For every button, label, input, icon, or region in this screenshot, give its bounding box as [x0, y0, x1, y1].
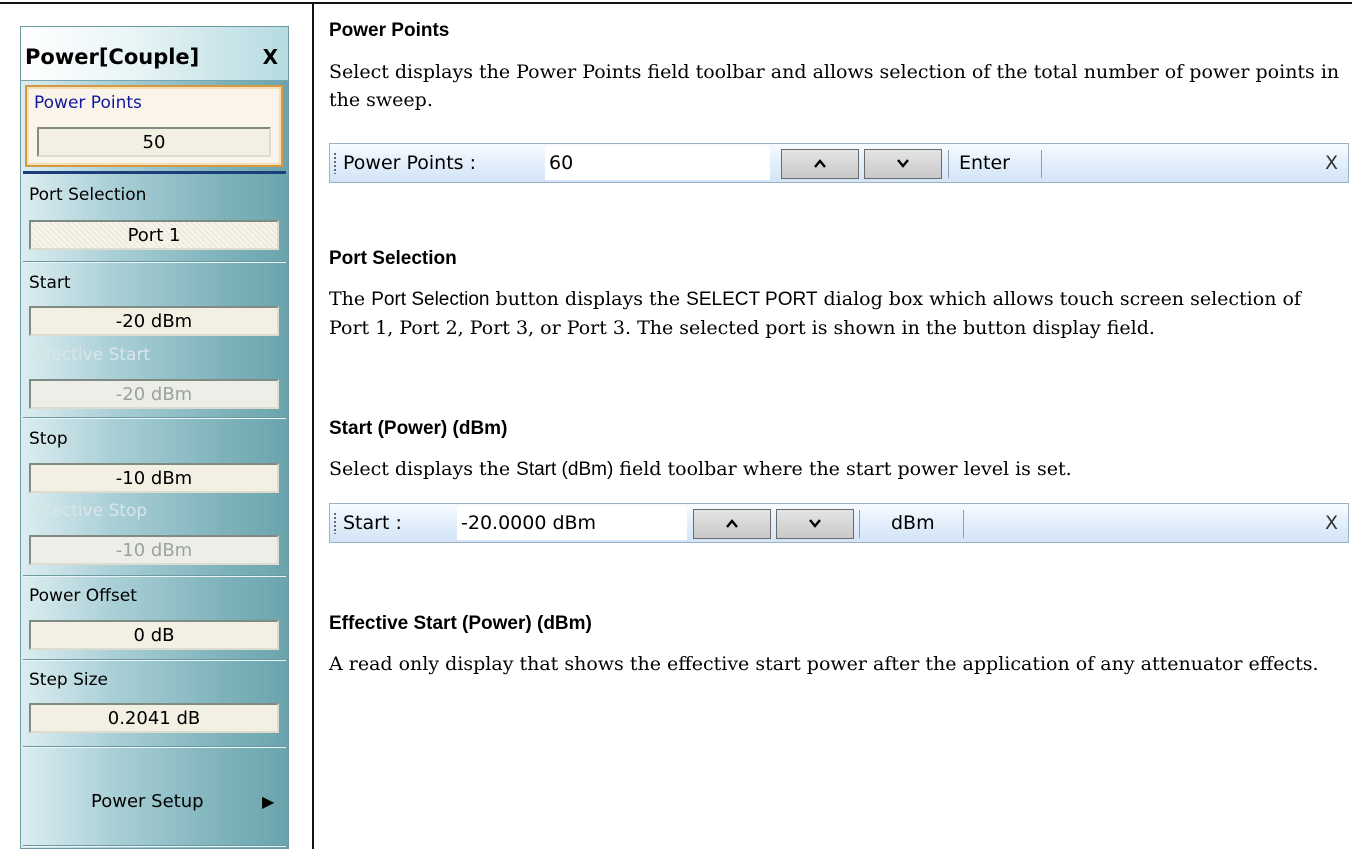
start-toolbar: Start : -20.0000 dBm dBm X: [329, 503, 1349, 543]
power-points-field[interactable]: 50: [37, 127, 271, 157]
step-size-field[interactable]: 0.2041 dB: [29, 703, 279, 733]
start-toolbar-label: Start :: [343, 512, 402, 534]
start-label: Start: [29, 273, 71, 293]
stop-label: Stop: [29, 429, 68, 449]
chevron-down-icon: [897, 159, 909, 168]
menu-item-power-points[interactable]: Power Points 50: [25, 85, 283, 167]
port-selection-field[interactable]: Port 1: [29, 220, 279, 250]
menu-divider: [23, 261, 286, 263]
increment-button[interactable]: [781, 149, 859, 179]
toolbar-close-button[interactable]: X: [1325, 152, 1338, 174]
start-input[interactable]: -20.0000 dBm: [457, 506, 687, 540]
submenu-arrow-icon: ▶: [262, 792, 275, 811]
menu-divider: [23, 746, 286, 748]
column-divider: [312, 4, 314, 849]
menu-divider: [23, 417, 286, 419]
effective-start-description: A read only display that shows the effec…: [329, 653, 1319, 675]
port-selection-description: The Port Selection button displays the S…: [329, 285, 1341, 342]
toolbar-grip[interactable]: [334, 153, 336, 174]
port-selection-heading: Port Selection: [329, 248, 457, 269]
text: The: [329, 288, 372, 310]
effective-start-label: Effective Start: [29, 345, 151, 365]
ui-term: Port Selection: [371, 289, 490, 310]
start-description: Select displays the Start (dBm) field to…: [329, 455, 1341, 484]
decrement-button[interactable]: [864, 149, 942, 179]
decrement-button[interactable]: [776, 509, 854, 539]
start-field[interactable]: -20 dBm: [29, 306, 279, 336]
toolbar-separator: [963, 510, 964, 538]
menu-divider: [23, 659, 286, 661]
toolbar-close-button[interactable]: X: [1325, 512, 1338, 534]
power-setup-button[interactable]: Power Setup: [91, 791, 204, 812]
effective-stop-field: -10 dBm: [29, 535, 279, 565]
effective-start-field: -20 dBm: [29, 379, 279, 409]
power-offset-label: Power Offset: [29, 586, 137, 606]
power-points-toolbar: Power Points : 60 Enter X: [329, 143, 1349, 183]
step-size-label: Step Size: [29, 670, 109, 690]
chevron-up-icon: [814, 159, 826, 168]
effective-stop-label: Effective Stop: [29, 501, 148, 521]
power-couple-menu: Power[Couple] X Power Points 50 Port Sel…: [20, 26, 289, 849]
power-points-input[interactable]: 60: [545, 146, 770, 180]
chevron-up-icon: [726, 519, 738, 528]
power-points-toolbar-label: Power Points :: [343, 152, 476, 174]
enter-button[interactable]: Enter: [959, 152, 1010, 174]
menu-close-button[interactable]: X: [263, 45, 278, 69]
top-rule: [0, 2, 1352, 4]
power-offset-field[interactable]: 0 dB: [29, 620, 279, 650]
ui-term: Start (dBm): [516, 459, 614, 480]
text: field toolbar where the start power leve…: [613, 458, 1072, 480]
menu-separator: [23, 171, 286, 174]
menu-divider: [23, 845, 286, 847]
unit-button[interactable]: dBm: [891, 512, 935, 534]
chevron-down-icon: [809, 519, 821, 528]
power-points-description: Select displays the Power Points field t…: [329, 61, 1340, 111]
power-points-heading: Power Points: [329, 20, 450, 41]
menu-title-bar: Power[Couple] X: [21, 27, 288, 81]
increment-button[interactable]: [693, 509, 771, 539]
toolbar-grip[interactable]: [334, 513, 336, 534]
stop-field[interactable]: -10 dBm: [29, 463, 279, 493]
port-selection-label: Port Selection: [29, 185, 147, 205]
text: Select displays the: [329, 458, 517, 480]
menu-title: Power[Couple]: [25, 45, 200, 69]
ui-term: SELECT PORT: [686, 289, 818, 310]
text: button displays the: [489, 288, 687, 310]
effective-start-heading: Effective Start (Power) (dBm): [329, 613, 592, 634]
toolbar-separator: [948, 150, 949, 178]
power-points-label: Power Points: [34, 93, 142, 113]
start-heading: Start (Power) (dBm): [329, 418, 508, 439]
toolbar-separator: [859, 510, 860, 538]
toolbar-separator: [1041, 150, 1042, 178]
menu-divider: [23, 575, 286, 577]
